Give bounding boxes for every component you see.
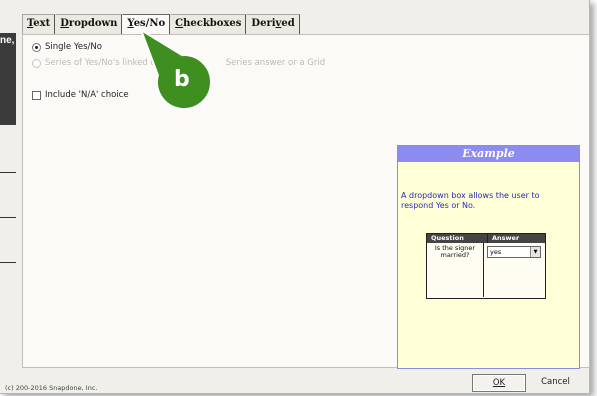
callout-label: b	[174, 67, 190, 92]
callout-marker	[139, 27, 212, 110]
